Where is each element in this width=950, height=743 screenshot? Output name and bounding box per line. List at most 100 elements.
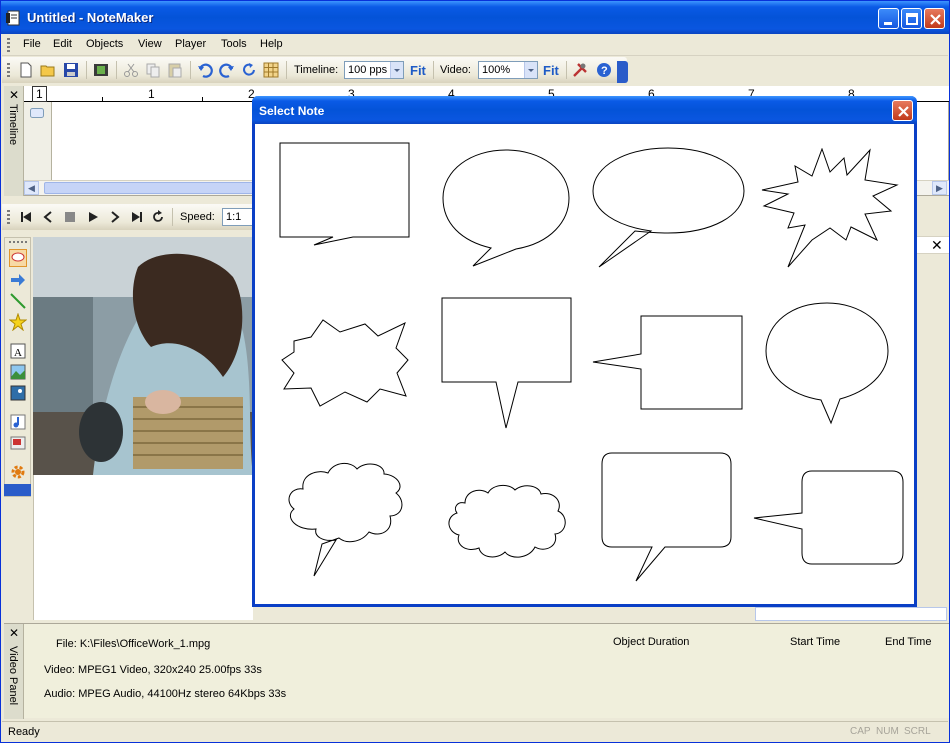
rectangle-left-callout-shape[interactable] xyxy=(591,314,746,412)
track-object-icon xyxy=(30,108,44,118)
app-icon xyxy=(6,10,20,26)
object-toolstrip: A xyxy=(4,237,31,497)
scroll-left-button[interactable]: ◀ xyxy=(24,181,39,195)
save-icon[interactable] xyxy=(63,62,79,78)
menu-player[interactable]: Player xyxy=(175,38,206,50)
audio-info: Audio: MPEG Audio, 44100Hz stereo 64Kbps… xyxy=(44,688,287,700)
close-icon[interactable]: ✕ xyxy=(931,237,943,254)
maximize-button[interactable] xyxy=(901,8,922,29)
maximize-icon xyxy=(906,13,918,25)
video-frame[interactable] xyxy=(33,237,253,475)
track-header[interactable] xyxy=(24,102,52,180)
column-end-time[interactable]: End Time xyxy=(885,636,931,648)
explosion-shape[interactable] xyxy=(280,318,410,408)
refresh-icon[interactable] xyxy=(241,62,257,78)
oval-callout-shape[interactable] xyxy=(441,148,571,268)
menu-objects[interactable]: Objects xyxy=(86,38,123,50)
close-button[interactable] xyxy=(924,8,945,29)
line-tool-icon[interactable] xyxy=(9,292,27,310)
grid-icon[interactable] xyxy=(263,62,279,78)
video-fit-button[interactable]: Fit xyxy=(543,63,559,78)
main-window: Untitled - NoteMaker File Edit Objects V… xyxy=(0,0,950,743)
step-forward-icon[interactable] xyxy=(108,210,122,224)
video-zoom-select[interactable]: 100% xyxy=(478,61,538,79)
skip-start-icon[interactable] xyxy=(19,210,33,224)
svg-text:?: ? xyxy=(601,65,608,77)
file-info: File: K:\Files\OfficeWork_1.mpg xyxy=(56,638,211,650)
oval-down-callout-shape[interactable] xyxy=(764,301,890,425)
wide-oval-callout-shape[interactable] xyxy=(591,146,747,270)
chevron-down-icon xyxy=(390,62,403,78)
menu-tools[interactable]: Tools xyxy=(221,38,247,50)
scroll-thumb[interactable] xyxy=(44,182,274,194)
editor-workspace[interactable] xyxy=(33,475,253,620)
chevron-down-icon xyxy=(524,62,537,78)
arrow-tool-icon[interactable] xyxy=(9,271,27,289)
undo-icon[interactable] xyxy=(197,62,213,78)
menu-help[interactable]: Help xyxy=(260,38,283,50)
object-list[interactable] xyxy=(755,607,947,621)
image-tool-icon[interactable] xyxy=(9,363,27,381)
new-file-icon[interactable] xyxy=(18,62,34,78)
video-image xyxy=(33,237,253,475)
dialog-title-bar: Select Note xyxy=(252,96,917,124)
minimize-button[interactable] xyxy=(878,8,899,29)
rectangle-down-callout-shape[interactable] xyxy=(440,296,572,430)
window-title: Untitled - NoteMaker xyxy=(27,10,154,25)
menu-grip[interactable] xyxy=(7,38,10,52)
picture-tool-icon[interactable] xyxy=(9,384,27,402)
column-object-duration[interactable]: Object Duration xyxy=(613,636,689,648)
object-panel-caption: ✕ xyxy=(917,236,949,254)
copy-icon[interactable] xyxy=(145,62,161,78)
column-start-time[interactable]: Start Time xyxy=(790,636,840,648)
redo-icon[interactable] xyxy=(219,62,235,78)
text-tool-icon[interactable]: A xyxy=(9,342,27,360)
video-tool-icon[interactable] xyxy=(9,434,27,452)
play-icon[interactable] xyxy=(86,210,100,224)
rounded-rectangle-left-callout-shape[interactable] xyxy=(752,469,906,567)
menu-view[interactable]: View xyxy=(138,38,162,50)
close-icon[interactable]: ✕ xyxy=(9,626,19,640)
toolbar-overflow-button[interactable] xyxy=(617,61,628,83)
close-icon xyxy=(930,14,941,25)
cut-icon[interactable] xyxy=(123,62,139,78)
track-number: 1 xyxy=(32,86,47,102)
toolstrip-overflow-button[interactable] xyxy=(4,484,31,496)
stop-icon[interactable] xyxy=(63,210,77,224)
menu-file[interactable]: File xyxy=(23,38,41,50)
title-bar: Untitled - NoteMaker xyxy=(1,1,949,34)
help-icon[interactable]: ? xyxy=(596,62,612,78)
timeline-fit-button[interactable]: Fit xyxy=(410,63,426,78)
loop-icon[interactable] xyxy=(151,210,165,224)
scroll-right-button[interactable]: ▶ xyxy=(932,181,947,195)
speed-select[interactable]: 1:1 xyxy=(222,208,252,226)
cloud-callout-shape[interactable] xyxy=(284,460,408,578)
menu-edit[interactable]: Edit xyxy=(53,38,72,50)
close-icon[interactable]: ✕ xyxy=(9,88,19,102)
sound-tool-icon[interactable] xyxy=(9,413,27,431)
timeline-zoom-select[interactable]: 100 pps xyxy=(344,61,404,79)
skip-end-icon[interactable] xyxy=(130,210,144,224)
cloud-shape[interactable] xyxy=(445,481,569,561)
speed-label: Speed: xyxy=(180,211,215,223)
step-back-icon[interactable] xyxy=(41,210,55,224)
main-toolbar: Timeline: 100 pps Fit Video: 100% Fit ? xyxy=(2,57,627,83)
timeline-caption: ✕ Timeline xyxy=(4,86,24,196)
dialog-title: Select Note xyxy=(259,104,325,118)
film-icon[interactable] xyxy=(93,62,109,78)
star-tool-icon[interactable] xyxy=(8,312,28,332)
rounded-rectangle-callout-shape[interactable] xyxy=(600,451,734,583)
spiky-callout-shape[interactable] xyxy=(760,148,900,268)
note-tool-icon[interactable] xyxy=(9,249,27,267)
toolbar-grip[interactable] xyxy=(7,63,10,77)
video-info: Video: MPEG1 Video, 320x240 25.00fps 33s xyxy=(44,664,262,676)
rectangle-callout-shape[interactable] xyxy=(278,141,410,273)
menu-bar: File Edit Objects View Player Tools Help xyxy=(2,34,948,56)
open-folder-icon[interactable] xyxy=(40,62,56,78)
minimize-icon xyxy=(884,22,892,25)
paste-icon[interactable] xyxy=(167,62,183,78)
video-panel: ✕ Video Panel File: K:\Files\OfficeWork_… xyxy=(4,623,949,719)
dialog-close-button[interactable] xyxy=(892,100,913,121)
settings-tool-icon[interactable] xyxy=(9,463,27,481)
tools-icon[interactable] xyxy=(572,62,588,78)
